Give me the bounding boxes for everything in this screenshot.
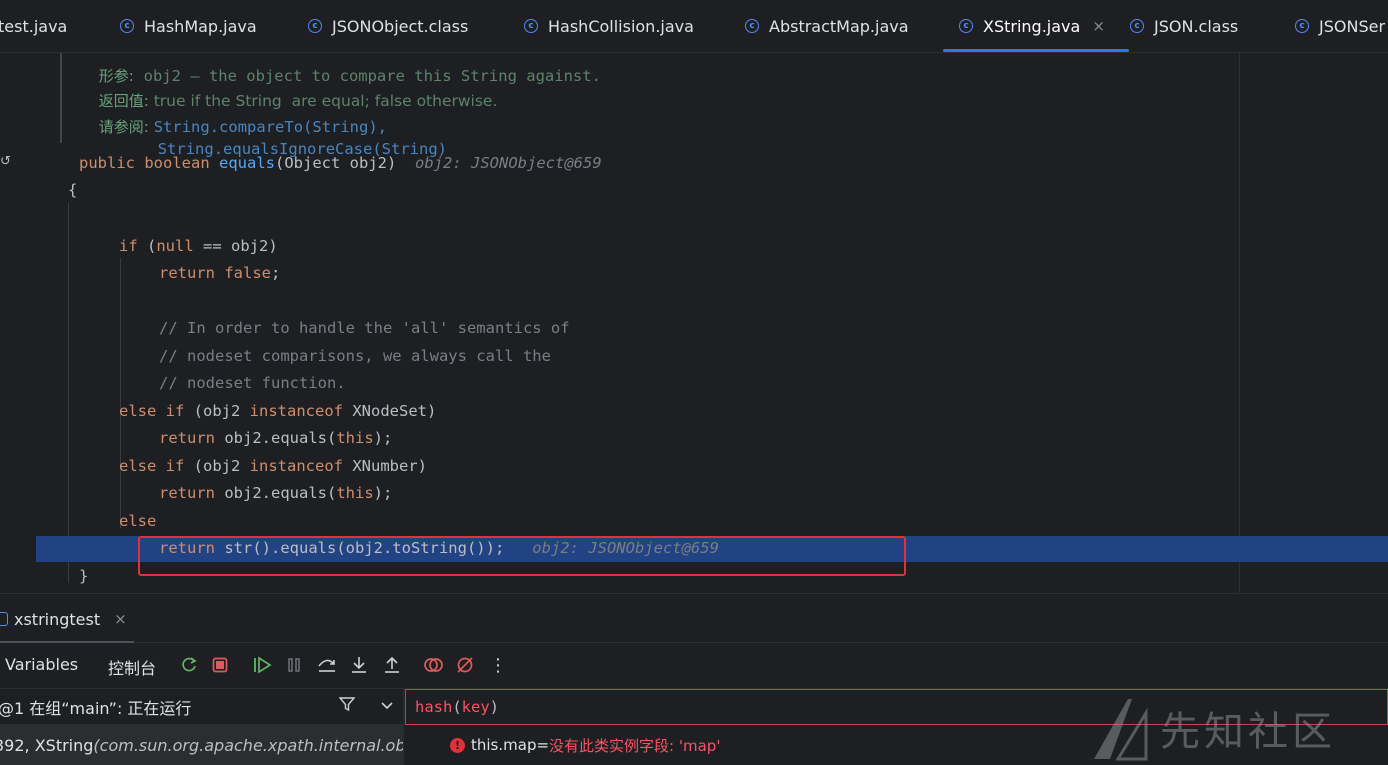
code-line: else [119,512,157,530]
class-icon: c [524,19,538,33]
view-breakpoints-icon[interactable] [422,654,444,676]
tab-label: AbstractMap.java [769,16,909,36]
debug-session-label: xstringtest [14,609,101,629]
code-line: return obj2.equals(this); [159,484,393,502]
tab-label: JSONSer [1319,16,1386,36]
resume-icon[interactable] [251,654,273,676]
override-gutter-icon[interactable]: ↺ [0,154,11,170]
watermark-text: 先知社区 [1160,708,1336,755]
stop-icon[interactable] [209,654,231,676]
inline-value-hint: obj2: JSONObject@659 [415,154,602,172]
tab-label: test.java [0,16,68,36]
class-icon: c [745,19,759,33]
watermark-logo-icon [1094,698,1148,760]
step-over-icon[interactable] [316,654,338,676]
tab-hashcollision-java[interactable]: c HashCollision.java [524,0,694,52]
tab-abstractmap-java[interactable]: c AbstractMap.java [745,0,909,52]
code-comment: // nodeset function. [159,374,346,392]
more-options-icon[interactable]: ⋮ [487,654,509,676]
frame-location: 392, XString [0,735,94,755]
class-icon: c [1130,19,1144,33]
tab-label: HashCollision.java [548,16,694,36]
variable-error-value: 没有此类实例字段: 'map' [549,736,721,755]
tab-hashmap-java[interactable]: c HashMap.java [120,0,257,52]
code-line: { [68,181,78,199]
frame-package: (com.sun.org.apache.xpath.internal.objec… [93,735,403,755]
code-line: } [79,567,89,585]
tab-test-java[interactable]: test.java [0,0,67,52]
code-line: return obj2.equals(this); [159,429,393,447]
code-editor[interactable]: 形参: obj2 – the object to compare this St… [0,53,1388,593]
tab-console[interactable]: 控制台 [108,655,156,679]
annotation-highlight-box [138,536,906,576]
code-line: return false; [159,264,281,282]
debug-session-tab[interactable]: xstringtest × [0,604,127,634]
thread-label: @1 在组“main”: 正在运行 [0,698,192,718]
tab-label: JSONObject.class [332,16,469,36]
step-into-icon[interactable] [348,654,370,676]
code-line: else if (obj2 instanceof XNodeSet) [119,402,437,420]
step-out-icon[interactable] [381,654,403,676]
code-line: if (null == obj2) [119,237,278,255]
editor-tab-bar: test.java c HashMap.java c JSONObject.cl… [0,0,1388,53]
class-icon: c [120,19,134,33]
tab-json-class[interactable]: c JSON.class [1130,0,1238,52]
error-icon: ! [450,737,465,753]
class-icon: c [308,19,322,33]
filter-icon[interactable] [338,696,356,716]
code-comment: // In order to handle the 'all' semantic… [159,319,570,337]
close-session-icon[interactable]: × [114,610,127,628]
right-margin-guide [1239,53,1240,593]
tab-jsonobject-class[interactable]: c JSONObject.class [308,0,468,52]
watermark: 先知社区 [1090,690,1380,765]
close-tab-icon[interactable]: × [1092,17,1105,35]
indent-guide [120,258,121,528]
code-comment: // nodeset comparisons, we always call t… [159,347,551,365]
indent-guide [68,203,69,583]
thread-selector[interactable]: @1 在组“main”: 正在运行 [0,689,403,725]
mute-breakpoints-icon[interactable] [454,654,476,676]
tab-jsonser[interactable]: c JSONSer [1295,0,1385,52]
debug-toolbar: Variables 控制台 ⋮ [0,643,1388,689]
class-icon: c [959,19,973,33]
pause-icon[interactable] [283,654,305,676]
code-line-signature: public boolean equals(Object obj2) obj2:… [79,154,602,172]
doc-comment-bar [60,53,62,143]
class-icon: c [1295,19,1309,33]
variable-name: this.map [471,736,537,754]
tab-xstring-java[interactable]: c XString.java × [943,0,1129,52]
rerun-icon[interactable] [178,654,200,676]
debug-session-icon [0,612,8,626]
tab-label: HashMap.java [144,16,257,36]
frames-panel: @1 在组“main”: 正在运行 392, XString (com.sun.… [0,689,404,765]
tab-label: XString.java [983,16,1081,36]
code-line: else if (obj2 instanceof XNumber) [119,457,427,475]
chevron-down-icon[interactable] [380,697,394,716]
debug-session-header: xstringtest × [0,593,1388,643]
tab-variables[interactable]: Variables [5,655,78,674]
tab-label: JSON.class [1154,16,1239,36]
stack-frame-row[interactable]: 392, XString (com.sun.org.apache.xpath.i… [0,725,403,765]
